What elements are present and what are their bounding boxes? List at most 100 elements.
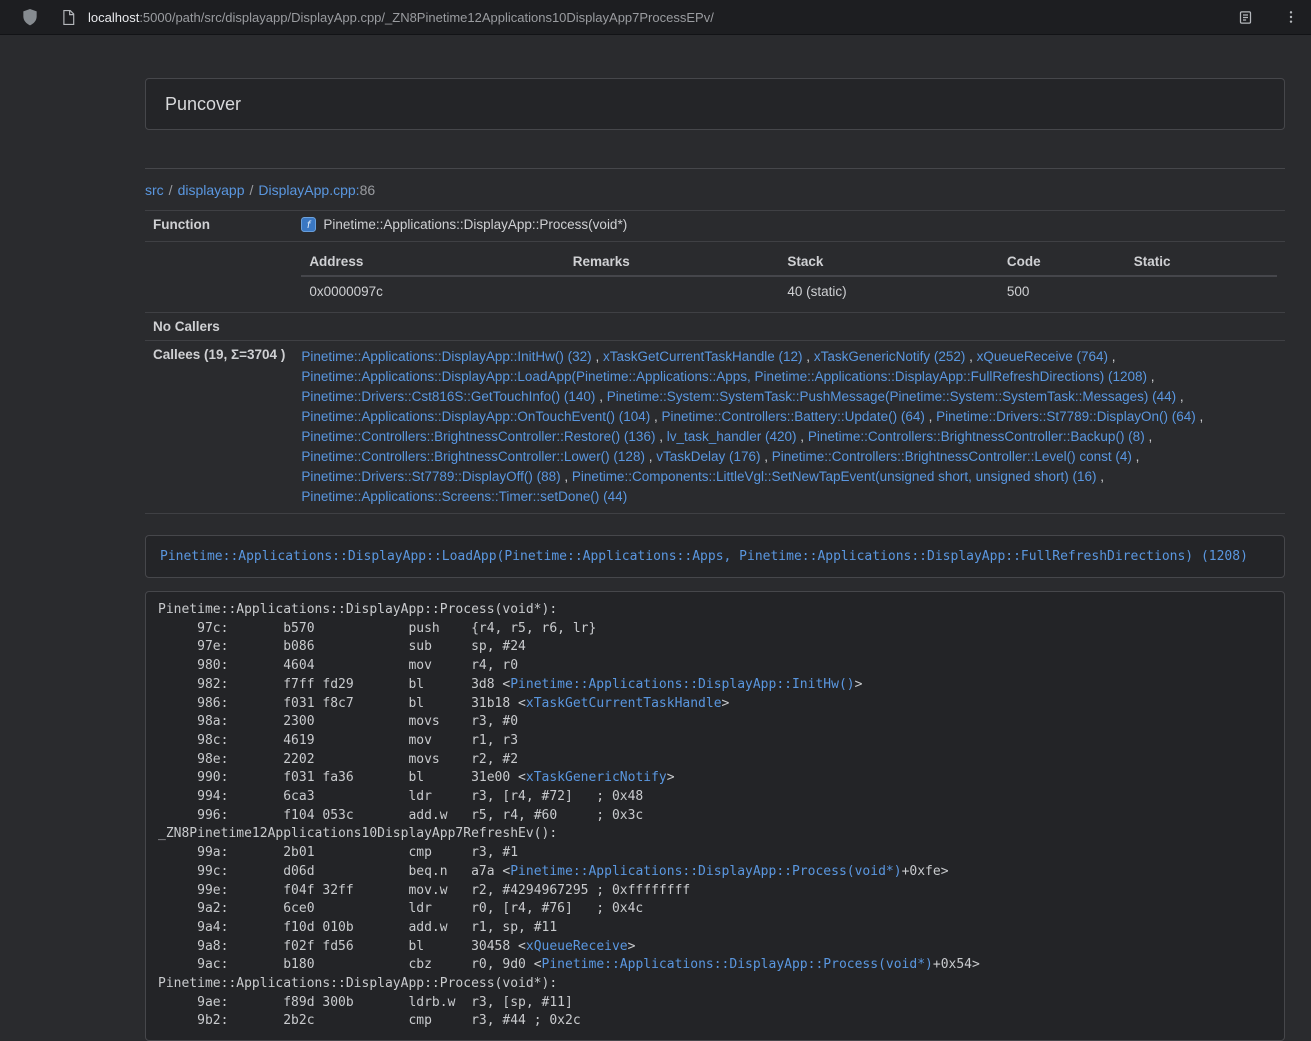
col-remarks: Remarks [565, 248, 780, 276]
code-line: Pinetime::Applications::DisplayApp::Proc… [158, 975, 1272, 994]
callee-link[interactable]: xTaskGetCurrentTaskHandle (12) [603, 349, 803, 364]
page-info-icon[interactable] [56, 5, 80, 29]
app-title: Puncover [165, 92, 1265, 116]
col-address: Address [301, 248, 564, 276]
code-line: _ZN8Pinetime12Applications10DisplayApp7R… [158, 825, 1272, 844]
code-line: 97c: b570 push {r4, r5, r6, lr} [158, 620, 1272, 639]
app-header-panel: Puncover [145, 78, 1285, 130]
callee-link[interactable]: Pinetime::Applications::DisplayApp::OnTo… [301, 409, 650, 424]
callee-separator: , [797, 429, 808, 444]
no-callers-label: No Callers [145, 313, 293, 341]
col-code: Code [999, 248, 1126, 276]
callee-separator: , [1108, 349, 1116, 364]
function-row: Function f Pinetime::Applications::Displ… [145, 211, 1285, 242]
callee-link[interactable]: Pinetime::Drivers::St7789::DisplayOff() … [301, 469, 560, 484]
code-line: 986: f031 f8c7 bl 31b18 <xTaskGetCurrent… [158, 695, 1272, 714]
callee-link[interactable]: Pinetime::System::SystemTask::PushMessag… [607, 389, 1176, 404]
callee-separator: , [1176, 389, 1184, 404]
method-icon: f [301, 217, 316, 235]
callees-label: Callees (19, Σ=3704 ) [145, 341, 293, 514]
metrics-row: Address Remarks Stack Code Static 0x0000… [145, 242, 1285, 313]
metrics-table: Address Remarks Stack Code Static 0x0000… [301, 248, 1277, 306]
value-remarks [565, 276, 780, 306]
callees-row: Callees (19, Σ=3704 ) Pinetime::Applicat… [145, 341, 1285, 514]
callee-link[interactable]: vTaskDelay (176) [656, 449, 760, 464]
code-symbol-link[interactable]: Pinetime::Applications::DisplayApp::Init… [510, 677, 854, 692]
code-line: 9ac: b180 cbz r0, 9d0 <Pinetime::Applica… [158, 956, 1272, 975]
code-symbol-link[interactable]: xTaskGetCurrentTaskHandle [526, 696, 722, 711]
callee-link[interactable]: lv_task_handler (420) [667, 429, 797, 444]
callee-separator: , [965, 349, 976, 364]
highlighted-symbol-box: Pinetime::Applications::DisplayApp::Load… [145, 535, 1285, 578]
breadcrumb-line-number: 86 [360, 182, 376, 198]
url-path: :5000/path/src/displayapp/DisplayApp.cpp… [139, 10, 714, 25]
code-line: 9a4: f10d 010b add.w r1, sp, #11 [158, 919, 1272, 938]
code-line: Pinetime::Applications::DisplayApp::Proc… [158, 601, 1272, 620]
reader-mode-icon[interactable] [1233, 5, 1257, 29]
url-bar[interactable]: localhost:5000/path/src/displayapp/Displ… [56, 5, 1233, 29]
callee-separator: , [1096, 469, 1104, 484]
callee-link[interactable]: Pinetime::Applications::Screens::Timer::… [301, 489, 627, 504]
url-text: localhost:5000/path/src/displayapp/Displ… [88, 10, 714, 25]
code-line: 9a2: 6ce0 ldr r0, [r4, #76] ; 0x4c [158, 900, 1272, 919]
no-callers-cell [293, 313, 1285, 341]
breadcrumb-displayapp[interactable]: displayapp [178, 182, 245, 198]
code-symbol-link[interactable]: Pinetime::Applications::DisplayApp::Proc… [542, 957, 933, 972]
callees-list: Pinetime::Applications::DisplayApp::Init… [301, 347, 1277, 507]
callee-separator: , [803, 349, 814, 364]
callee-link[interactable]: Pinetime::Applications::DisplayApp::Init… [301, 349, 591, 364]
browser-actions [1233, 5, 1311, 29]
callee-separator: , [645, 449, 656, 464]
metrics-header-row: Address Remarks Stack Code Static [301, 248, 1277, 276]
callee-link[interactable]: Pinetime::Controllers::Battery::Update()… [662, 409, 925, 424]
value-stack: 40 (static) [779, 276, 999, 306]
code-symbol-link[interactable]: Pinetime::Applications::DisplayApp::Proc… [510, 864, 901, 879]
code-line: 9a8: f02f fd56 bl 30458 <xQueueReceive> [158, 938, 1272, 957]
code-line: 99a: 2b01 cmp r3, #1 [158, 844, 1272, 863]
callee-separator: , [561, 469, 572, 484]
code-line: 9b2: 2b2c cmp r3, #44 ; 0x2c [158, 1012, 1272, 1031]
callee-separator: , [592, 349, 603, 364]
code-line: 99c: d06d beq.n a7a <Pinetime::Applicati… [158, 863, 1272, 882]
shield-icon[interactable] [18, 5, 42, 29]
code-line: 994: 6ca3 ldr r3, [r4, #72] ; 0x48 [158, 788, 1272, 807]
divider [145, 168, 1285, 169]
function-cell: f Pinetime::Applications::DisplayApp::Pr… [293, 211, 1285, 242]
browser-menu-icon[interactable] [1279, 5, 1303, 29]
callee-link[interactable]: Pinetime::Controllers::BrightnessControl… [808, 429, 1145, 444]
code-line: 97e: b086 sub sp, #24 [158, 638, 1272, 657]
code-line: 98a: 2300 movs r3, #0 [158, 713, 1272, 732]
code-symbol-link[interactable]: xQueueReceive [526, 939, 628, 954]
value-address: 0x0000097c [301, 276, 564, 306]
callee-link[interactable]: Pinetime::Drivers::Cst816S::GetTouchInfo… [301, 389, 595, 404]
breadcrumb: src/displayapp/DisplayApp.cpp:86 [145, 182, 1285, 198]
callee-link[interactable]: Pinetime::Controllers::BrightnessControl… [301, 429, 655, 444]
function-label: Function [145, 211, 293, 242]
code-line: 98c: 4619 mov r1, r3 [158, 732, 1272, 751]
breadcrumb-src[interactable]: src [145, 182, 164, 198]
callee-link[interactable]: Pinetime::Drivers::St7789::DisplayOn() (… [936, 409, 1196, 424]
code-line: 99e: f04f 32ff mov.w r2, #4294967295 ; 0… [158, 882, 1272, 901]
value-code: 500 [999, 276, 1126, 306]
callee-link[interactable]: Pinetime::Controllers::BrightnessControl… [772, 449, 1132, 464]
highlighted-callee-link[interactable]: Pinetime::Applications::DisplayApp::Load… [160, 549, 1248, 564]
callee-separator: , [1196, 409, 1204, 424]
value-static [1126, 276, 1277, 306]
col-static: Static [1126, 248, 1277, 276]
metrics-row-spacer [145, 242, 293, 313]
breadcrumb-file[interactable]: DisplayApp.cpp: [258, 182, 359, 198]
code-line: 9ae: f89d 300b ldrb.w r3, [sp, #11] [158, 994, 1272, 1013]
callee-link[interactable]: Pinetime::Components::LittleVgl::SetNewT… [572, 469, 1097, 484]
callee-link[interactable]: xQueueReceive (764) [977, 349, 1108, 364]
code-line: 982: f7ff fd29 bl 3d8 <Pinetime::Applica… [158, 676, 1272, 695]
callee-separator: , [1147, 369, 1155, 384]
page-container: Puncover src/displayapp/DisplayApp.cpp:8… [145, 35, 1285, 1041]
symbol-table: Function f Pinetime::Applications::Displ… [145, 210, 1285, 514]
callee-separator: , [925, 409, 936, 424]
callee-separator: , [655, 429, 666, 444]
callee-link[interactable]: Pinetime::Controllers::BrightnessControl… [301, 449, 645, 464]
callee-separator: , [1145, 429, 1153, 444]
code-symbol-link[interactable]: xTaskGenericNotify [526, 770, 667, 785]
callee-link[interactable]: xTaskGenericNotify (252) [814, 349, 966, 364]
callee-link[interactable]: Pinetime::Applications::DisplayApp::Load… [301, 369, 1147, 384]
